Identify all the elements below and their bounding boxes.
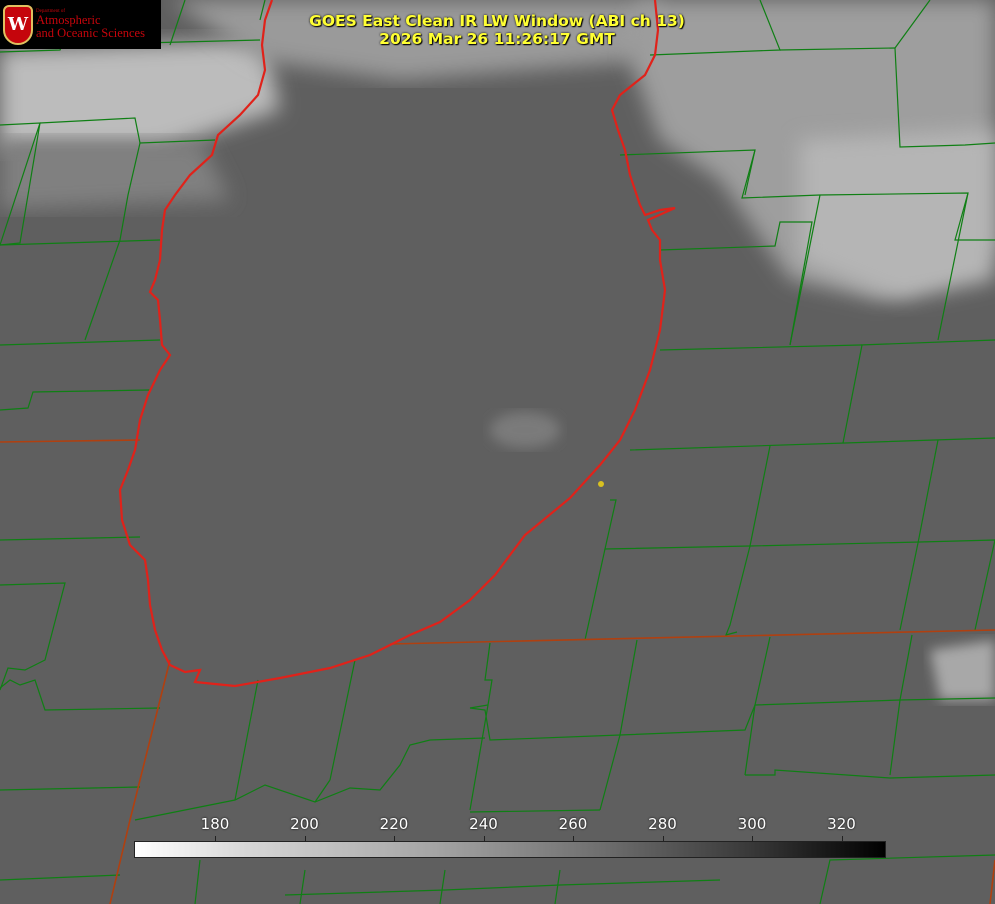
colorbar-tick-mark [304,836,306,841]
colorbar-tick-mark [394,836,395,841]
title-timestamp: 2026 Mar 26 11:26:17 GMT [379,30,615,48]
logo-text: Department of Atmospheric and Oceanic Sc… [36,9,145,41]
aos-logo: W Department of Atmospheric and Oceanic … [0,0,161,49]
colorbar-tick-mark [752,836,753,841]
colorbar-tick-label: 180 [200,815,230,833]
colorbar-tick-mark [483,836,485,841]
colorbar-tick-label: 300 [737,815,767,833]
colorbar-tick-label: 320 [827,815,856,833]
colorbar-tick-label: 220 [379,815,409,833]
colorbar-tick-mark [841,836,843,841]
title-product: GOES East Clean IR LW Window (ABI ch 13) [309,12,685,30]
colorbar [134,841,886,858]
colorbar-tick-label: 260 [558,815,588,833]
colorbar-tick-mark [215,836,216,841]
colorbar-tick-label: 240 [469,815,498,833]
image-title: GOES East Clean IR LW Window (ABI ch 13)… [297,12,697,48]
station-marker [598,481,604,487]
colorbar-tick-label: 200 [290,815,319,833]
colorbar-tick-mark [573,836,574,841]
colorbar-tick-label: 280 [648,815,677,833]
logo-line-2: and Oceanic Sciences [36,26,145,41]
satellite-map [0,0,995,904]
colorbar-tick-mark [662,836,664,841]
uw-seal-icon: W [3,4,33,45]
